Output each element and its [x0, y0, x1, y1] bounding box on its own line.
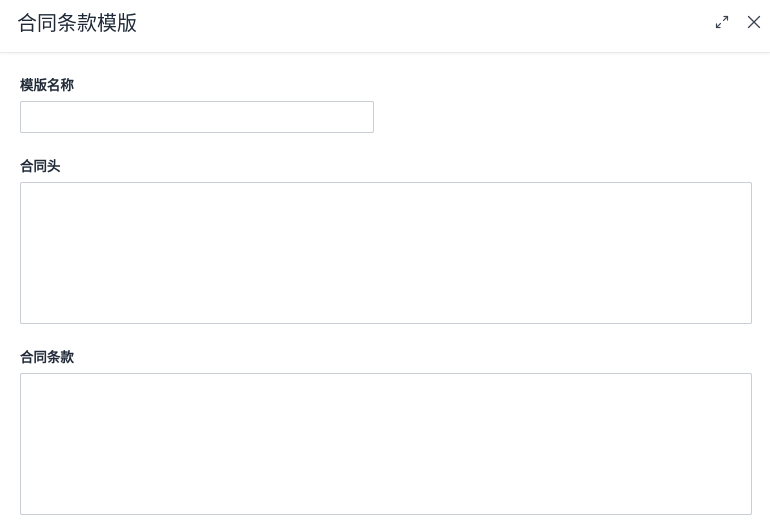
template-name-input[interactable] [20, 101, 374, 133]
template-name-label: 模版名称 [20, 78, 74, 94]
contract-header-textarea[interactable] [20, 182, 752, 324]
contract-header-label: 合同头 [20, 159, 61, 175]
contract-terms-label: 合同条款 [20, 350, 74, 366]
dialog-header: 合同条款模版 [0, 0, 770, 53]
close-icon [747, 15, 761, 29]
contract-terms-textarea[interactable] [20, 373, 752, 515]
close-button[interactable] [745, 13, 763, 31]
contract-terms-template-dialog: 合同条款模版 模版名称 合同头 合同条款 [0, 0, 770, 529]
dialog-title: 合同条款模版 [17, 11, 137, 35]
expand-button[interactable] [713, 13, 731, 31]
expand-icon [715, 15, 729, 29]
